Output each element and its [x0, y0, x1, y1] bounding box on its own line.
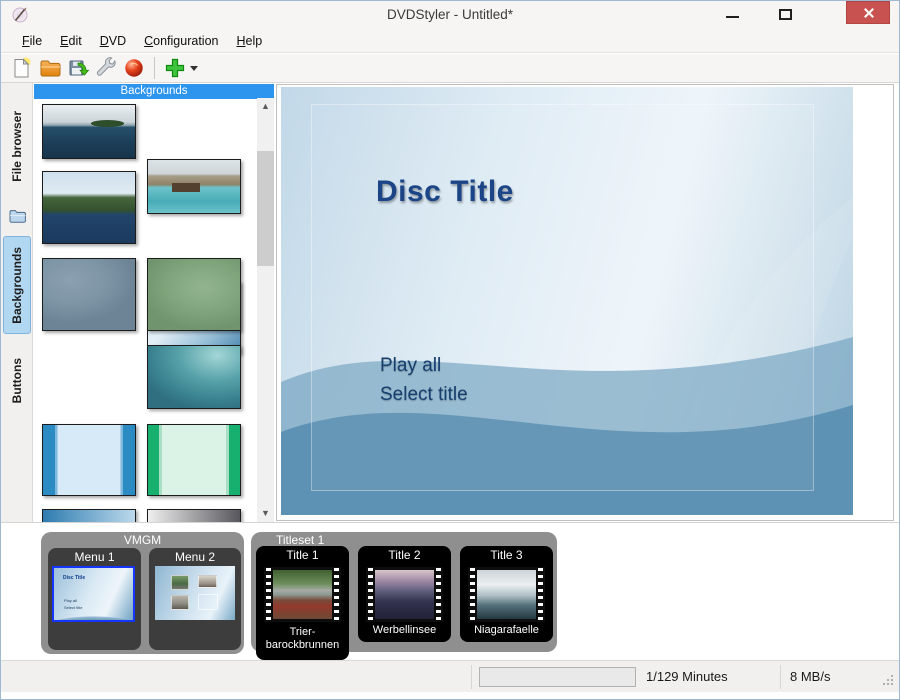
title3-video-thumbnail[interactable]	[468, 567, 545, 622]
background-thumbnail-blue-gradient[interactable]	[42, 509, 136, 522]
wrench-icon	[94, 56, 118, 80]
close-button[interactable]	[846, 1, 890, 24]
title2-video-thumbnail[interactable]	[366, 567, 443, 622]
titleset-label: Titleset 1	[276, 533, 324, 547]
background-thumbnail-green-blur[interactable]	[147, 258, 241, 331]
duration-status: 1/129 Minutes	[646, 661, 728, 693]
toolbar	[1, 54, 899, 83]
statusbar: 1/129 Minutes 8 MB/s	[1, 660, 899, 692]
add-dropdown-arrow-icon[interactable]	[190, 66, 198, 71]
tab-buttons[interactable]: Buttons	[3, 351, 31, 411]
minimize-button[interactable]	[794, 1, 824, 27]
bitrate-status: 8 MB/s	[790, 661, 830, 693]
title1-node[interactable]: Title 1 Trier-barockbrunnen	[256, 546, 349, 660]
title2-node[interactable]: Title 2 Werbellinsee	[358, 546, 451, 642]
menu-editor: Disc Title Play all Select title	[276, 84, 894, 521]
title2-caption: Werbellinsee	[359, 624, 450, 637]
sidebar-tabstrip: File browser Backgrounds Buttons	[1, 83, 33, 522]
menu-configuration[interactable]: Configuration	[135, 32, 227, 50]
title1-video-thumbnail[interactable]	[264, 567, 341, 622]
vmgm-group: VMGM Menu 1 Disc Title Play all Select t…	[41, 532, 244, 654]
add-menu-object-button[interactable]	[161, 55, 201, 81]
background-thumbnail-shipwreck[interactable]	[147, 159, 241, 214]
title1-caption: Trier-barockbrunnen	[257, 626, 348, 652]
scroll-up-icon[interactable]: ▲	[257, 98, 274, 115]
titlebar: DVDStyler - Untitled*	[1, 1, 899, 29]
background-thumbnail-sea-island[interactable]	[42, 104, 136, 159]
tab-backgrounds[interactable]: Backgrounds	[3, 236, 31, 334]
select-title-button[interactable]: Select title	[380, 384, 468, 406]
menu1-thumbnail[interactable]: Disc Title Play all Select title	[52, 566, 135, 622]
menu1-node[interactable]: Menu 1 Disc Title Play all Select title	[48, 548, 141, 650]
menu-edit[interactable]: Edit	[51, 32, 91, 50]
menu-dvd[interactable]: DVD	[91, 32, 135, 50]
menu-help[interactable]: Help	[227, 32, 271, 50]
tab-file-browser[interactable]: File browser	[3, 91, 31, 201]
safe-area-guide	[311, 104, 814, 491]
play-all-button[interactable]: Play all	[380, 355, 441, 377]
menu-file[interactable]: File	[13, 32, 51, 50]
menu-canvas[interactable]: Disc Title Play all Select title	[281, 87, 853, 515]
background-thumbnail-blue-bars[interactable]	[42, 424, 136, 496]
toolbar-separator	[154, 57, 155, 79]
background-thumbnail-lake-shore[interactable]	[42, 171, 136, 244]
scrollbar-thumb[interactable]	[257, 151, 274, 266]
minimize-icon	[726, 16, 739, 18]
titleset-group: Titleset 1 Title 1 Trier-barockbrunnen T…	[251, 532, 557, 652]
vmgm-label: VMGM	[41, 533, 244, 547]
save-project-button[interactable]	[64, 55, 92, 81]
menubar: File Edit DVD Configuration Help	[1, 29, 899, 53]
burn-dvd-button[interactable]	[120, 55, 148, 81]
open-project-button[interactable]	[36, 55, 64, 81]
add-plus-icon	[164, 57, 186, 79]
open-folder-icon	[38, 56, 62, 80]
backgrounds-panel-header: Backgrounds	[34, 84, 274, 99]
scroll-down-icon[interactable]: ▼	[257, 505, 274, 522]
new-project-button[interactable]	[8, 55, 36, 81]
burn-icon	[122, 56, 146, 80]
backgrounds-scrollbar[interactable]: ▲ ▼	[257, 98, 274, 522]
project-tree-panel: VMGM Menu 1 Disc Title Play all Select t…	[1, 522, 899, 660]
menu2-node[interactable]: Menu 2	[149, 548, 241, 650]
background-thumbnail-teal-texture[interactable]	[147, 345, 241, 409]
backgrounds-panel: Backgrounds ▲ ▼	[33, 83, 275, 522]
background-thumbnail-green-bars[interactable]	[147, 424, 241, 496]
maximize-icon	[779, 9, 792, 20]
dvdstyler-window: DVDStyler - Untitled* File Edit DVD Conf…	[0, 0, 900, 700]
folder-icon	[8, 207, 27, 224]
background-thumbnail-gray-blue-blur[interactable]	[42, 258, 136, 331]
window-title: DVDStyler - Untitled*	[1, 1, 899, 29]
background-thumbnail-gray-gradient[interactable]	[147, 509, 241, 522]
title3-caption: Niagarafaelle	[461, 624, 552, 637]
menu2-thumbnail[interactable]	[155, 566, 235, 620]
capacity-progress-bar	[479, 667, 636, 687]
disc-title-text[interactable]: Disc Title	[376, 175, 514, 209]
new-document-icon	[10, 56, 34, 80]
resize-grip[interactable]	[881, 673, 893, 685]
save-disk-icon	[66, 56, 90, 80]
settings-button[interactable]	[92, 55, 120, 81]
title3-node[interactable]: Title 3 Niagarafaelle	[460, 546, 553, 642]
